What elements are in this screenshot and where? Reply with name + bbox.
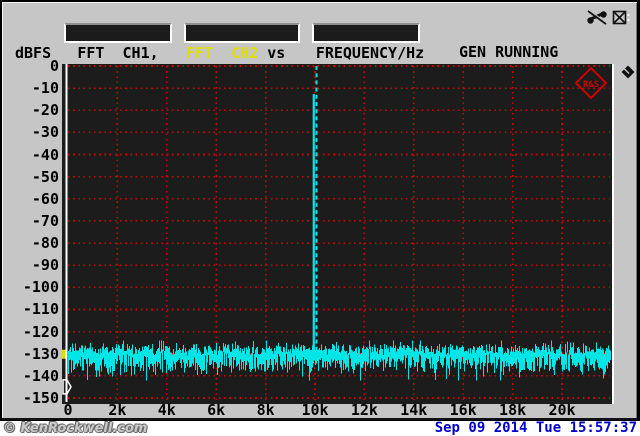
yellow-edge-marker bbox=[62, 349, 66, 359]
frequency-display-field[interactable] bbox=[312, 23, 420, 43]
watermark: © KenRockwell.com bbox=[3, 421, 148, 436]
y-tick-label: -50 bbox=[31, 167, 59, 186]
y-tick-label: -30 bbox=[31, 123, 59, 142]
x-tick-label: 6k bbox=[207, 401, 226, 419]
xaxis-field-label: FREQUENCY/Hz bbox=[315, 44, 425, 62]
datetime: Sep 09 2014 Tue 15:57:37 bbox=[434, 420, 637, 436]
y-tick-label: -100 bbox=[22, 278, 59, 297]
trace1-label: FFT CH1, bbox=[77, 44, 159, 62]
x-tick-label: 8k bbox=[256, 401, 275, 419]
trace2-name: FFT CH2 bbox=[186, 44, 259, 62]
x-tick-label: 12k bbox=[350, 401, 378, 419]
handset-muted-icon bbox=[587, 9, 608, 25]
spectrum-plot-area: R&S bbox=[62, 64, 614, 404]
x-tick-label: 0 bbox=[63, 401, 73, 419]
trace2-label: FFT CH2 vs bbox=[186, 46, 285, 61]
rs-logo: R&S bbox=[574, 66, 608, 100]
x-tick-label: 10k bbox=[301, 401, 329, 419]
y-tick-label: -110 bbox=[22, 300, 59, 319]
x-tick-label: 18k bbox=[499, 401, 527, 419]
instrument-bezel: dBFS FFT CH1, FFT CH2 vs FREQUENCY/Hz GE… bbox=[0, 0, 640, 421]
rs-logo-text: R&S bbox=[583, 80, 599, 90]
y-tick-label: -70 bbox=[31, 211, 59, 230]
speaker-muted-icon bbox=[612, 10, 630, 25]
marker-diamond-icon bbox=[621, 65, 635, 79]
noise-floor-trace bbox=[68, 340, 611, 381]
y-tick-label: -40 bbox=[31, 145, 59, 164]
trace1-display-field[interactable] bbox=[64, 23, 172, 43]
y-tick-label: 0 bbox=[49, 57, 59, 75]
generator-status: GEN RUNNING bbox=[459, 43, 559, 61]
y-tick-label: -60 bbox=[31, 189, 59, 208]
y-tick-label: -140 bbox=[22, 366, 59, 385]
trace2-display-field[interactable] bbox=[184, 23, 300, 43]
x-tick-label: 4k bbox=[157, 401, 176, 419]
x-tick-label: 14k bbox=[400, 401, 428, 419]
vs-label: vs bbox=[258, 44, 286, 62]
y-tick-label: -130 bbox=[22, 344, 59, 363]
y-tick-label: -90 bbox=[31, 256, 59, 275]
y-tick-label: -80 bbox=[31, 234, 59, 253]
footer-strip: © KenRockwell.com Sep 09 2014 Tue 15:57:… bbox=[0, 421, 640, 436]
audio-analyzer-screenshot: dBFS FFT CH1, FFT CH2 vs FREQUENCY/Hz GE… bbox=[0, 0, 640, 436]
y-tick-label: -20 bbox=[31, 101, 59, 120]
y-tick-label: -120 bbox=[22, 322, 59, 341]
header-icons bbox=[586, 9, 636, 27]
x-tick-label: 2k bbox=[108, 401, 127, 419]
y-tick-label: -10 bbox=[31, 79, 59, 98]
x-tick-label: 20k bbox=[548, 401, 576, 419]
x-tick-label: 16k bbox=[449, 401, 477, 419]
spectrum-plot bbox=[62, 64, 611, 402]
